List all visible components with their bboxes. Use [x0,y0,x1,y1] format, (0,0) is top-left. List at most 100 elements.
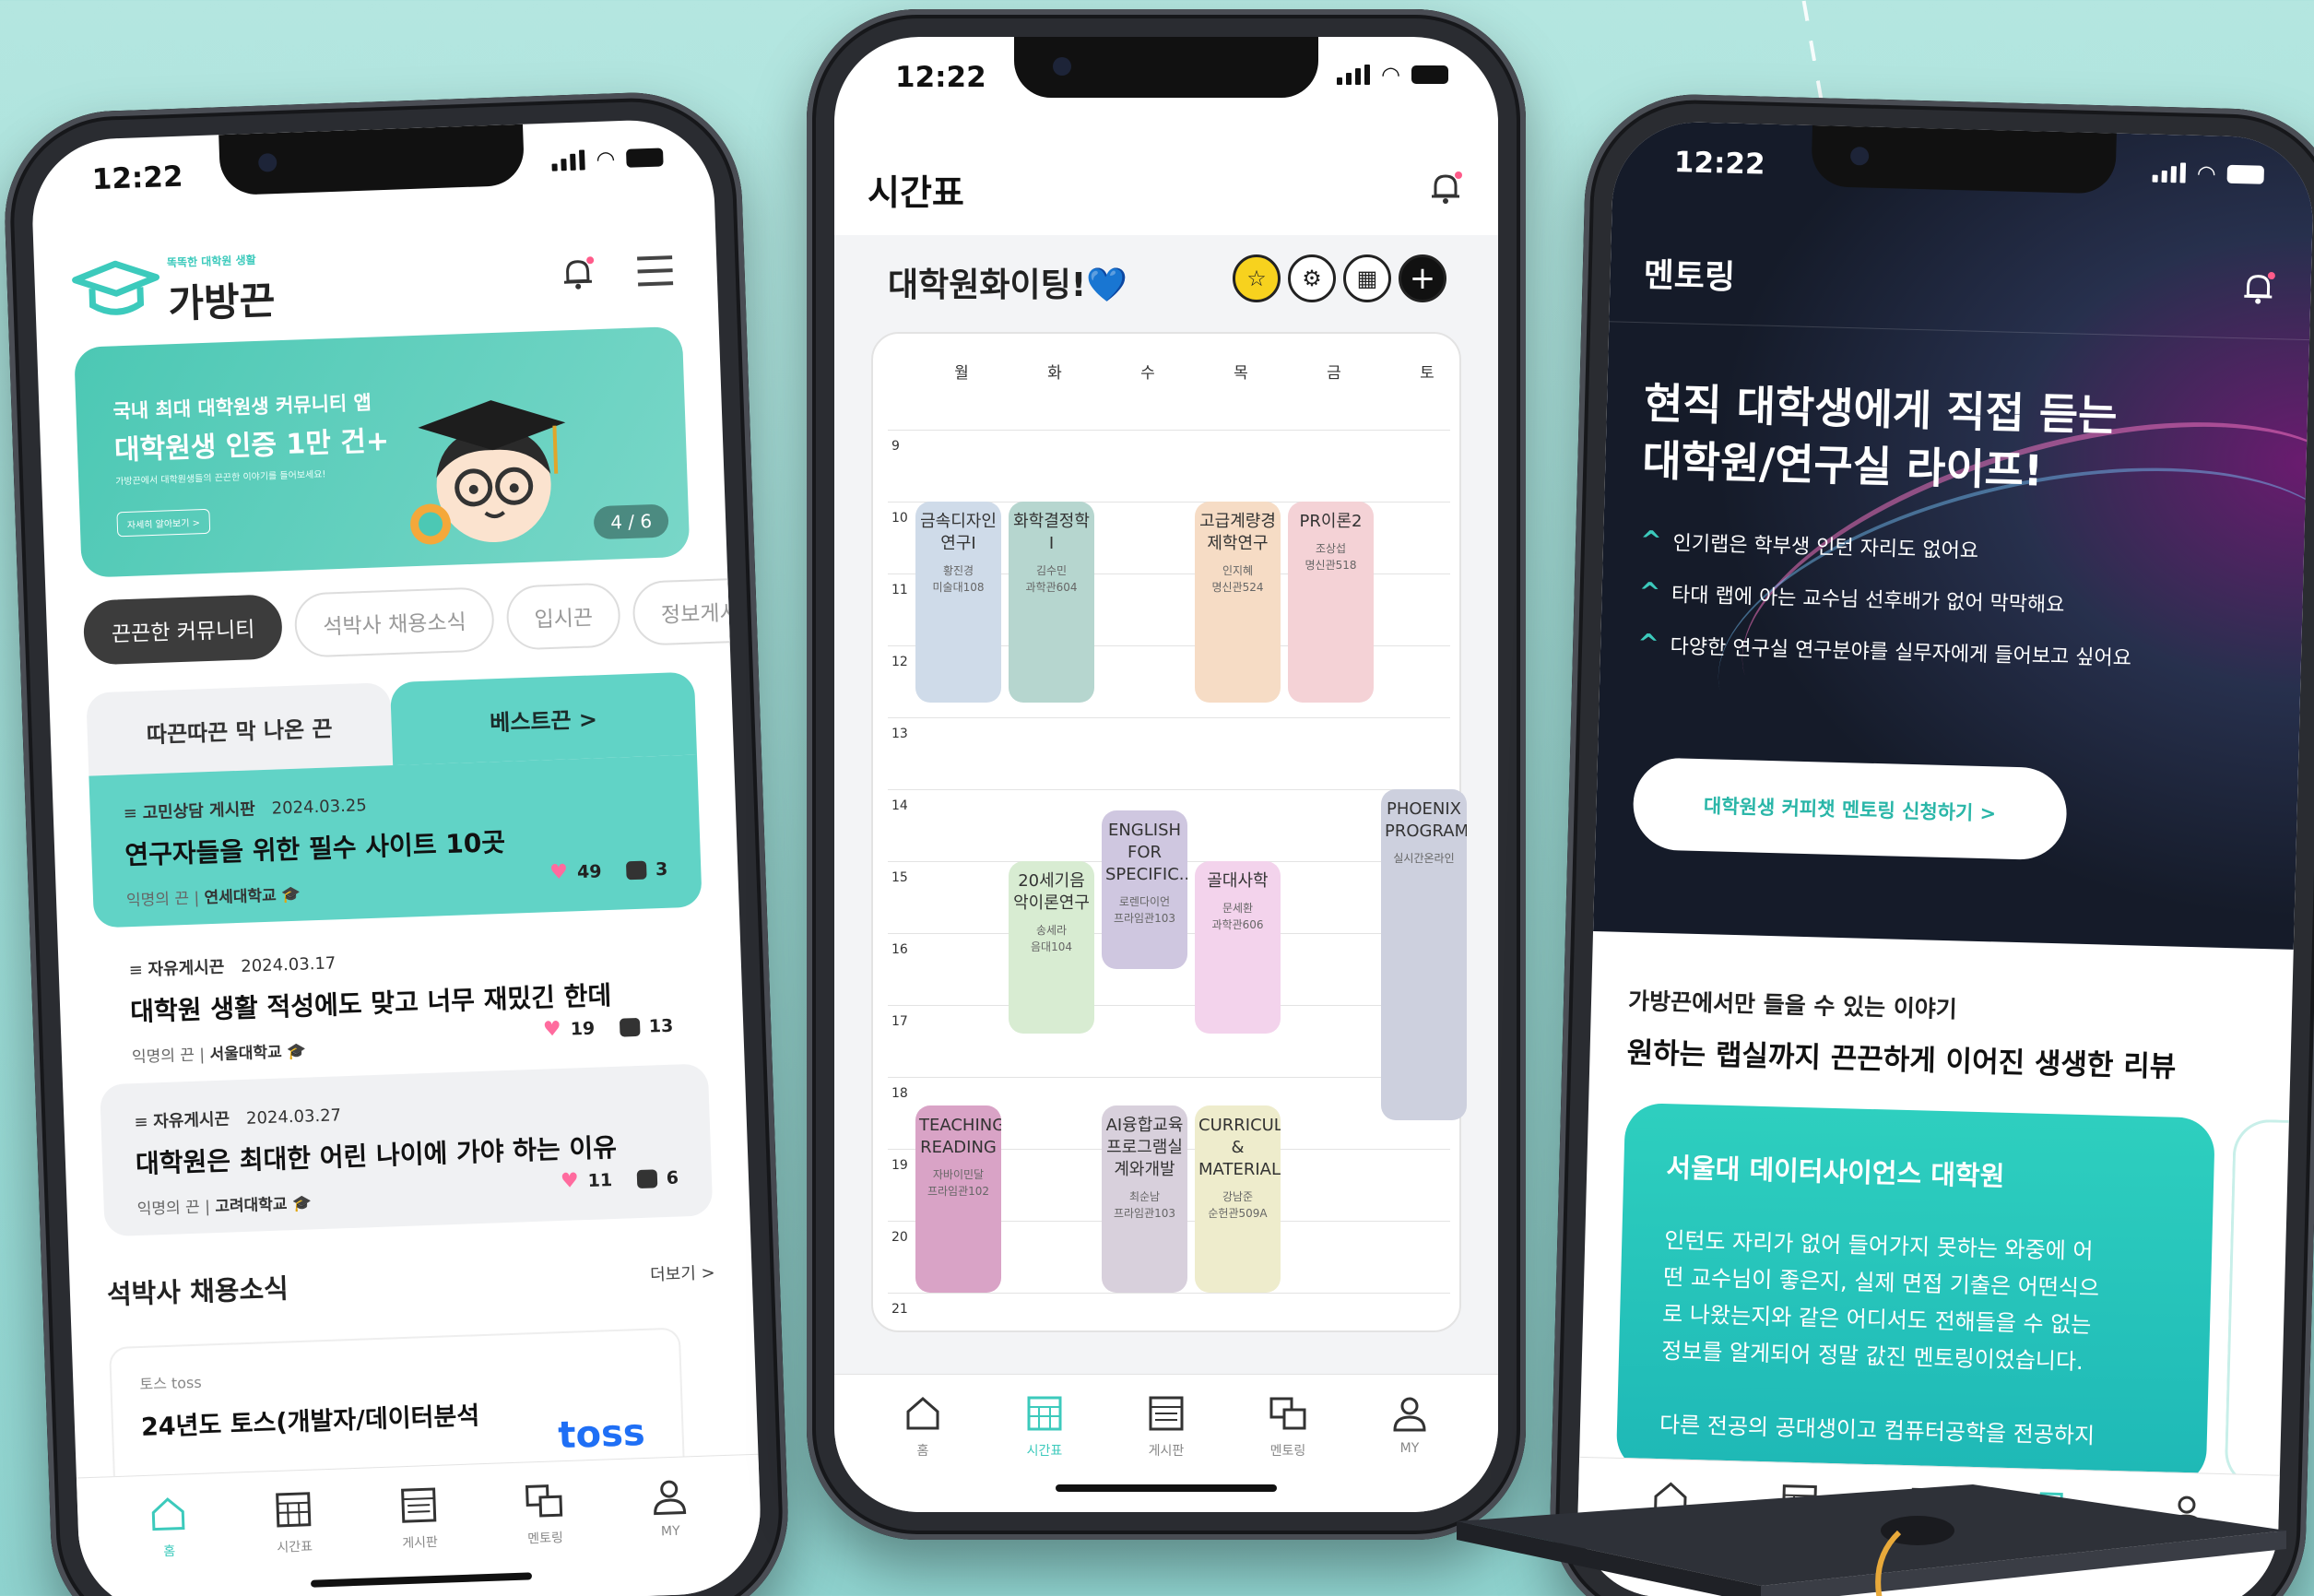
phone-mentoring: 12:22 ◠ 멘토링 현직 대학생에게 직접 듣는 대학원/연구실 라이프! … [1547,91,2314,1596]
graduate-mascot-icon [410,400,566,545]
nav-timetable[interactable]: 시간표 [994,1393,1095,1512]
hour-label: 14 [891,798,908,813]
signal-icon [1337,65,1371,85]
class-block[interactable]: 20세기음악이론연구 송세라 음대104 [1009,861,1094,1034]
job-company: 토스 toss [139,1373,202,1394]
chip-admission[interactable]: 입시끈 [505,582,622,651]
class-detail: 실시간온라인 [1393,852,1455,865]
nav-home[interactable]: 홈 [117,1492,222,1596]
bottom-nav: 홈 시간표 게시판 멘토링 MY [76,1453,763,1596]
home-header: 똑똑한 대학원 생활 가방끈 [70,230,681,334]
class-detail: 최순남 프라임관103 [1113,1190,1176,1221]
day-header: 금 [1327,364,1341,383]
class-block[interactable]: 고급계량경제학연구 인지혜 명신관524 [1195,502,1281,703]
nav-label: 게시판 [1148,1444,1185,1459]
nav-my[interactable]: MY [618,1474,723,1596]
class-detail: 김수민 과학관604 [1025,564,1078,594]
class-block[interactable]: PHOENIX PROGRAM 실시간온라인 [1381,789,1467,1120]
nav-label: 시간표 [277,1539,313,1555]
post-school: 고려대학교 [214,1195,288,1217]
hour-label: 19 [891,1158,908,1173]
class-detail: 조상섭 명신관518 [1305,542,1357,572]
class-block[interactable]: PR이론2 조상섭 명신관518 [1288,502,1374,703]
bell-icon[interactable] [1426,168,1465,207]
heart-icon: ♥ [560,1169,580,1193]
review-card[interactable]: 서울대 데이터사이언스 대학원 인턴도 자리가 없어 들어가지 못하는 와중에 … [1615,1103,2215,1487]
nav-home[interactable]: 홈 [872,1393,974,1512]
class-detail: 송세라 음대104 [1031,924,1072,953]
post-date: 2024.03.27 [245,1105,342,1129]
post-item[interactable]: ≡ 자유게시끈 2024.03.17 대학원 생활 적성에도 맞고 너무 재밌긴 … [94,911,708,1085]
hour-line [888,1005,1450,1006]
class-detail: 자바이민달 프라임관102 [927,1168,990,1199]
bell-icon[interactable] [2238,267,2278,307]
class-block[interactable]: ENGLISH FOR SPECIFIC... 로렌다이언 프라임관103 [1102,810,1187,969]
star-icon[interactable]: ☆ [1233,254,1281,302]
day-header: 월 [954,364,969,383]
wifi-icon: ◠ [595,146,616,172]
section-title: 원하는 랩실까지 끈끈하게 이어진 생생한 리뷰 [1626,1036,2177,1084]
post-school: 연세대학교 [204,886,277,908]
class-block[interactable]: TEACHING READING 자바이민달 프라임관102 [915,1105,1001,1293]
post-item[interactable]: ≡ 자유게시끈 2024.03.27 대학원은 최대한 어린 나이에 가야 하는 … [100,1063,714,1237]
hour-label: 12 [891,655,908,669]
class-detail: 로렌다이언 프라임관103 [1113,895,1176,926]
class-block[interactable]: 화학결정학I 김수민 과학관604 [1009,502,1094,703]
add-icon[interactable]: + [1399,254,1446,302]
chip-community[interactable]: 끈끈한 커뮤니티 [82,594,284,666]
class-block[interactable]: AI융합교육프로그램실계와개발 최순남 프라임관103 [1102,1105,1187,1293]
banner-pager: 4 / 6 [593,503,669,540]
post-comments: 3 [655,858,668,880]
signal-icon [2152,162,2187,183]
decor-dashed-line [1801,0,1825,111]
hour-label: 17 [891,1014,908,1029]
calendar-grid-icon [1027,1396,1062,1431]
nav-my[interactable]: MY [1359,1393,1460,1512]
class-block[interactable]: CURRICULA & MATERIALS... 강남준순헌관509A [1195,1105,1281,1293]
nav-board[interactable]: 게시판 [1116,1393,1217,1512]
class-block[interactable]: 금속디자인연구I 황진경 미술대108 [915,502,1001,703]
nav-mentoring[interactable]: 멘토링 [1237,1393,1339,1512]
class-name: TEACHING READING [919,1116,1001,1158]
hour-label: 20 [891,1230,908,1245]
page-title: 시간표 [868,172,964,213]
day-header: 토 [1420,364,1434,383]
hour-label: 16 [891,942,908,957]
promo-banner[interactable]: 국내 최대 대학원생 커뮤니티 앱 대학원생 인증 1만 건+ 가방끈에서 대학… [74,325,691,578]
tab-best[interactable]: 베스트끈 > [390,671,697,766]
post-comments: 13 [648,1015,674,1037]
more-link[interactable]: 더보기 > [650,1259,715,1285]
page-title: 멘토링 [1643,256,1736,297]
nav-label: MY [660,1523,680,1540]
mentoring-apply-button[interactable]: 대학원생 커피챗 멘토링 신청하기 > [1632,757,2068,861]
tab-latest[interactable]: 따끈따끈 막 나온 끈 [86,682,394,776]
post-item[interactable]: ≡ 고민상담 게시판 2024.03.25 연구자들을 위한 필수 사이트 10곳… [89,754,702,928]
signal-icon [551,149,585,171]
board-icon [1149,1396,1184,1431]
nav-label: 홈 [916,1444,929,1459]
chip-info[interactable]: 정보게시 [632,576,763,646]
nav-label: 홈 [163,1543,176,1560]
post-meta: ≡ 자유게시끈 2024.03.17 [128,953,336,981]
hour-label: 15 [891,870,908,885]
bell-icon[interactable] [558,253,597,292]
timetable-grid: 월 화 수 목 금 토 9 10 11 12 13 14 15 16 17 18 19 20 21 금속디자인연구I 황… [871,332,1467,1332]
calculator-icon[interactable]: ▦ [1343,254,1391,302]
school-cap-icon: 🎓 [286,1042,307,1062]
menu-icon[interactable] [637,255,674,287]
next-review-card[interactable] [2224,1118,2289,1489]
post-comments: 6 [666,1167,679,1188]
notch [218,124,525,196]
gear-icon[interactable]: ⚙ [1288,254,1336,302]
day-header: 수 [1140,364,1155,383]
post-board: 고민상담 게시판 [142,799,256,823]
chip-jobs[interactable]: 석박사 채용소식 [294,586,495,658]
review-title: 서울대 데이터사이언스 대학원 [1665,1152,2005,1192]
banner-detail-button[interactable]: 자세히 알아보기 > [116,508,211,538]
class-name: 화학결정학I [1013,512,1090,553]
user-icon [654,1480,687,1516]
post-stats: ♥ 11 6 [561,1166,679,1193]
hour-label: 10 [891,511,908,526]
class-block[interactable]: 골대사학 문세환 과학관606 [1195,861,1281,1034]
user-icon [1393,1397,1426,1432]
